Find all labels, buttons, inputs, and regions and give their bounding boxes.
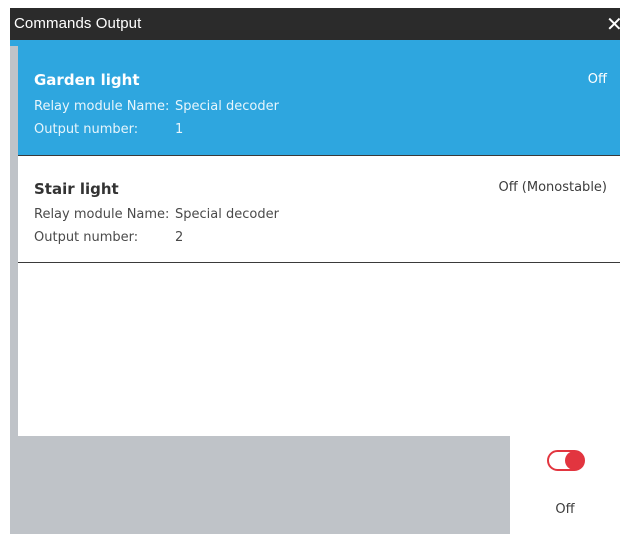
toggle-switch-icon[interactable] [547, 450, 585, 471]
relay-module-label: Relay module Name: [34, 207, 170, 222]
output-number-label: Output number: [34, 230, 139, 245]
close-icon[interactable]: ✕ [606, 11, 620, 37]
output-item-garden-light[interactable]: Garden light Off Relay module Name: Spec… [18, 46, 620, 155]
output-number-value: 1 [175, 122, 184, 137]
toggle-knob [565, 451, 584, 470]
toggle-state-label: Off [555, 502, 575, 517]
output-name: Garden light [34, 71, 140, 89]
output-number-value: 2 [175, 230, 184, 245]
window-title: Commands Output [14, 15, 142, 32]
output-item-stair-light[interactable]: Stair light Off (Monostable) Relay modul… [18, 155, 620, 263]
output-name: Stair light [34, 180, 119, 198]
title-bar: Commands Output ✕ [10, 8, 620, 40]
output-list: Garden light Off Relay module Name: Spec… [18, 46, 620, 436]
toggle-button[interactable]: Off [510, 432, 620, 534]
commands-output-window: Commands Output ✕ Garden light Off Relay… [10, 8, 620, 534]
output-number-label: Output number: [34, 122, 139, 137]
relay-module-label: Relay module Name: [34, 99, 170, 114]
output-status: Off [587, 72, 607, 87]
output-status: Off (Monostable) [498, 180, 607, 195]
relay-module-value: Special decoder [175, 207, 279, 222]
relay-module-value: Special decoder [175, 99, 279, 114]
